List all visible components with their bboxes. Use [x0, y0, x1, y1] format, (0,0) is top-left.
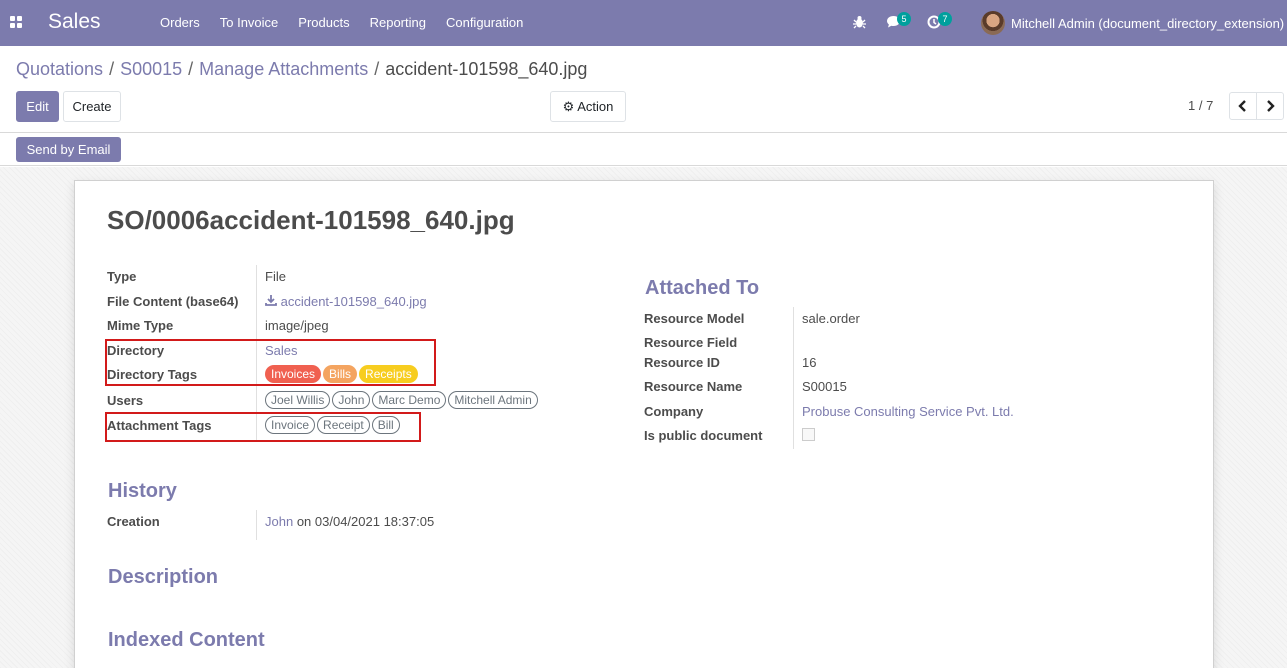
public-document-checkbox[interactable] [802, 428, 815, 441]
file-content-label: File Content (base64) [107, 294, 239, 309]
menu-configuration[interactable]: Configuration [436, 0, 533, 46]
edit-button[interactable]: Edit [16, 91, 59, 122]
top-navbar: Sales Orders To Invoice Products Reporti… [0, 0, 1287, 46]
activities-icon[interactable]: 7 [927, 12, 952, 32]
resource-name-value: S00015 [802, 379, 847, 394]
menu-to-invoice[interactable]: To Invoice [210, 0, 289, 46]
resource-field-label: Resource Field [644, 335, 738, 350]
user-tag[interactable]: Mitchell Admin [448, 391, 538, 409]
file-content-download[interactable]: accident-101598_640.jpg [265, 294, 427, 309]
mime-type-value: image/jpeg [265, 318, 329, 333]
record-title: SO/0006accident-101598_640.jpg [107, 205, 515, 235]
chevron-left-icon [1238, 100, 1246, 112]
breadcrumb-quotations[interactable]: Quotations [16, 59, 103, 79]
file-content-link[interactable]: accident-101598_640.jpg [281, 294, 427, 309]
attached-to-heading: Attached To [645, 277, 760, 299]
activities-badge: 7 [938, 12, 952, 26]
create-label: Create [72, 99, 112, 114]
highlight-box-directory [105, 339, 436, 386]
pager-previous-button[interactable] [1229, 92, 1257, 120]
user-tag[interactable]: Marc Demo [372, 391, 447, 409]
right-group-divider [793, 307, 794, 449]
history-heading: History [108, 480, 177, 502]
resource-model-label: Resource Model [644, 311, 745, 326]
bug-icon[interactable] [853, 15, 866, 32]
action-button[interactable]: ⚙ Action [550, 91, 626, 122]
breadcrumb-current: accident-101598_640.jpg [385, 59, 588, 79]
creation-date: on 03/04/2021 18:37:05 [296, 514, 435, 529]
highlight-box-attachment-tags [105, 412, 421, 442]
breadcrumb: Quotations / S00015/Manage Attachments / acc… [16, 59, 588, 79]
gear-icon: ⚙ [562, 99, 575, 114]
pager-next-button[interactable] [1256, 92, 1284, 120]
send-by-email-button[interactable]: Send by Email [16, 137, 121, 162]
user-tag[interactable]: John [332, 391, 371, 409]
main-menu: Orders To Invoice Products Reporting Con… [150, 0, 533, 46]
description-heading: Description [108, 566, 219, 588]
menu-products[interactable]: Products [288, 0, 359, 46]
resource-id-value: 16 [802, 355, 817, 370]
creation-label: Creation [107, 514, 160, 529]
history-divider [256, 510, 257, 540]
user-avatar[interactable] [981, 11, 1005, 35]
user-menu[interactable]: Mitchell Admin (document_directory_exten… [1011, 16, 1284, 31]
menu-reporting[interactable]: Reporting [360, 0, 436, 46]
download-icon [265, 295, 277, 306]
users-list: Joel Willis John Marc Demo Mitchell Admin [265, 391, 540, 409]
messages-icon[interactable]: 5 [886, 12, 911, 31]
apps-menu-icon[interactable] [10, 16, 22, 28]
type-label: Type [107, 269, 137, 284]
create-button[interactable]: Create [63, 91, 121, 122]
pager-value[interactable]: 1 / 7 [1188, 98, 1213, 113]
user-tag[interactable]: Joel Willis [265, 391, 331, 409]
action-label: Action [577, 99, 614, 114]
form-statusbar: Send by Email [0, 133, 1287, 166]
type-value: File [265, 269, 286, 284]
indexed-content-heading: Indexed Content [108, 629, 265, 651]
messages-badge: 5 [897, 12, 911, 26]
resource-name-label: Resource Name [644, 379, 743, 394]
breadcrumb-order[interactable]: S00015 [120, 59, 182, 79]
control-panel: Quotations / S00015/Manage Attachments / acc… [0, 46, 1287, 133]
company-label: Company [644, 404, 704, 419]
company-link[interactable]: Probuse Consulting Service Pvt. Ltd. [802, 404, 1014, 419]
chevron-right-icon [1267, 100, 1275, 112]
public-document-label: Is public document [644, 428, 763, 443]
breadcrumb-manage-attachments[interactable]: Manage Attachments [199, 59, 368, 79]
creation-value: John on 03/04/2021 18:37:05 [265, 514, 434, 529]
mime-type-label: Mime Type [107, 318, 174, 333]
users-label: Users [107, 393, 144, 408]
resource-id-label: Resource ID [644, 355, 720, 370]
resource-model-value: sale.order [802, 311, 860, 326]
creation-user-link[interactable]: John [265, 514, 293, 529]
app-brand[interactable]: Sales [48, 10, 101, 34]
menu-orders[interactable]: Orders [150, 0, 210, 46]
